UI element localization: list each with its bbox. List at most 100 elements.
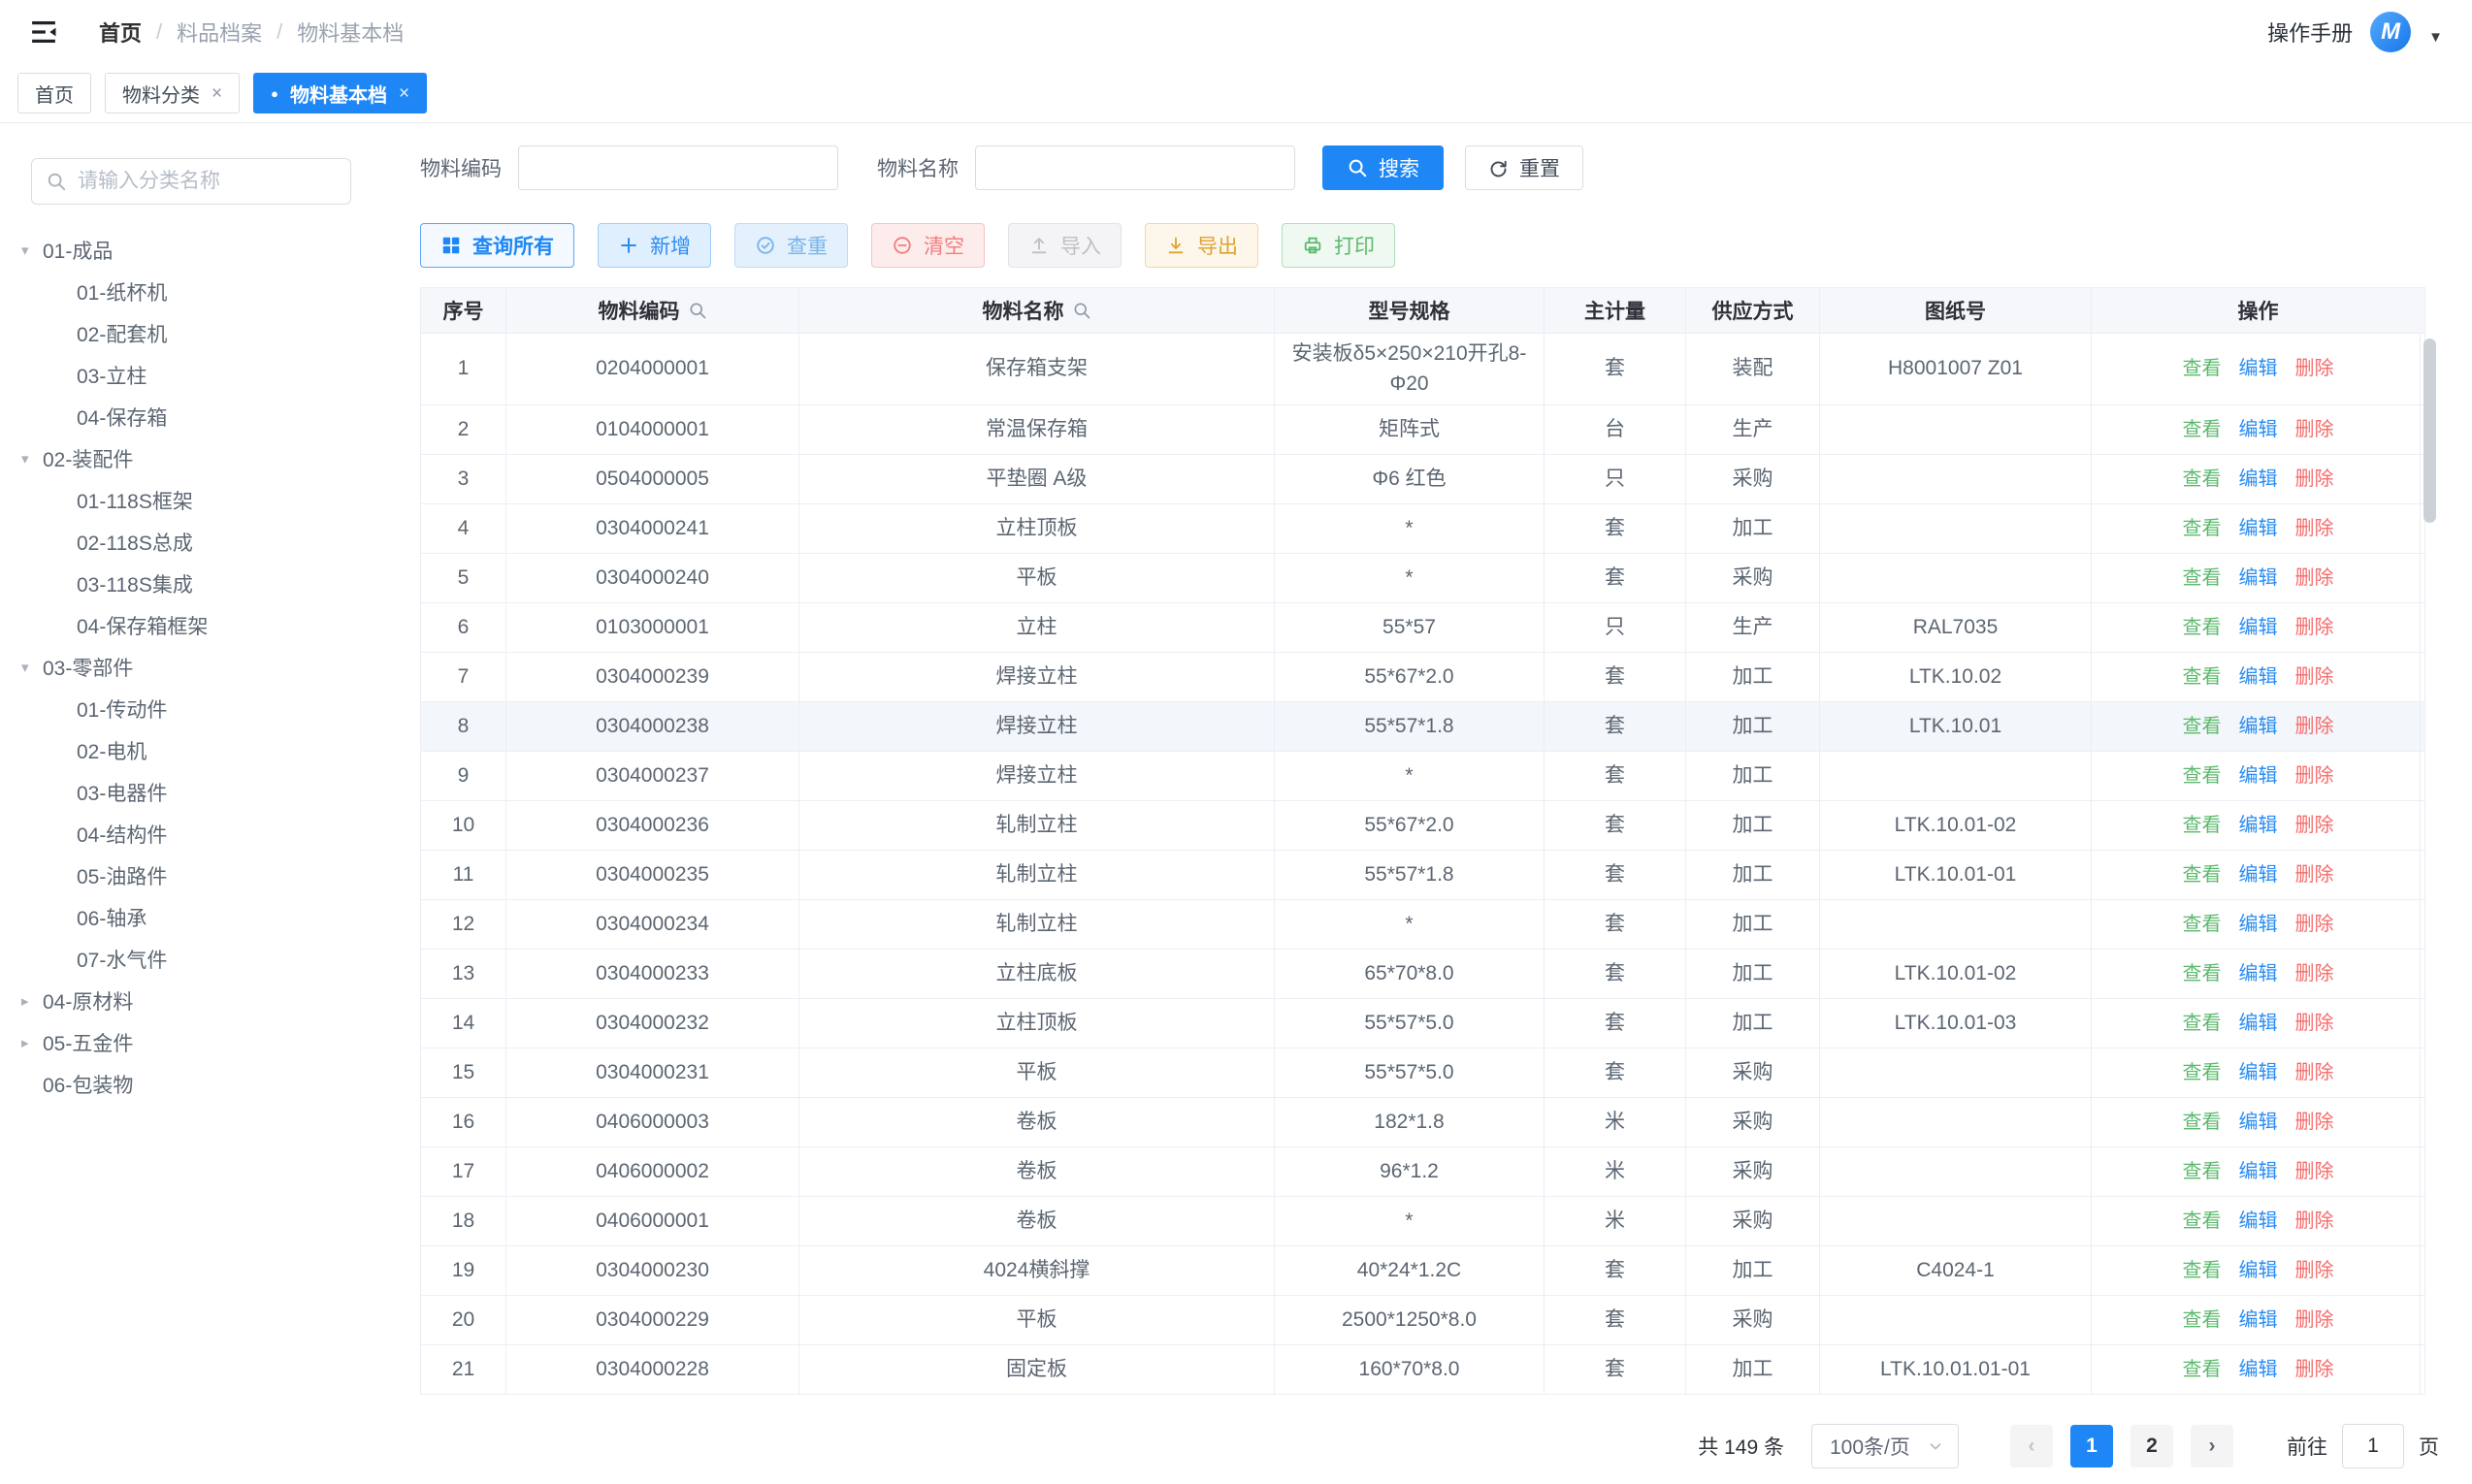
tree-caret-icon[interactable]: ▾ (21, 242, 43, 259)
edit-link[interactable]: 编辑 (2239, 1356, 2278, 1384)
view-link[interactable]: 查看 (2183, 762, 2222, 790)
view-link[interactable]: 查看 (2183, 1208, 2222, 1236)
prev-page-button[interactable]: ‹ (2010, 1425, 2053, 1468)
delete-link[interactable]: 删除 (2295, 861, 2334, 889)
delete-link[interactable]: 删除 (2295, 1356, 2334, 1384)
tree-node-04-保存箱框架[interactable]: 04-保存箱框架 (21, 604, 403, 646)
edit-link[interactable]: 编辑 (2239, 663, 2278, 692)
edit-link[interactable]: 编辑 (2239, 355, 2278, 383)
tree-node-06-轴承[interactable]: 06-轴承 (21, 896, 403, 938)
material-code-input[interactable] (518, 145, 838, 190)
view-link[interactable]: 查看 (2183, 355, 2222, 383)
view-link[interactable]: 查看 (2183, 614, 2222, 642)
search-button[interactable]: 搜索 (1322, 145, 1444, 190)
edit-link[interactable]: 编辑 (2239, 762, 2278, 790)
tree-node-04-保存箱[interactable]: 04-保存箱 (21, 396, 403, 437)
view-link[interactable]: 查看 (2183, 466, 2222, 494)
edit-link[interactable]: 编辑 (2239, 565, 2278, 593)
tree-node-04-原材料[interactable]: ▸04-原材料 (21, 980, 403, 1021)
delete-link[interactable]: 删除 (2295, 565, 2334, 593)
edit-link[interactable]: 编辑 (2239, 1010, 2278, 1038)
view-link[interactable]: 查看 (2183, 515, 2222, 543)
reset-button[interactable]: 重置 (1465, 145, 1583, 190)
edit-link[interactable]: 编辑 (2239, 1208, 2278, 1236)
breadcrumb-item[interactable]: 料品档案 (177, 16, 262, 48)
delete-link[interactable]: 删除 (2295, 960, 2334, 988)
avatar[interactable]: M (2370, 12, 2411, 52)
tree-caret-icon[interactable]: ▸ (21, 992, 43, 1010)
清空-button[interactable]: 清空 (871, 223, 985, 268)
导出-button[interactable]: 导出 (1145, 223, 1258, 268)
delete-link[interactable]: 删除 (2295, 1109, 2334, 1137)
delete-link[interactable]: 删除 (2295, 911, 2334, 939)
tree-node-03-118S集成[interactable]: 03-118S集成 (21, 563, 403, 604)
tree-node-03-立柱[interactable]: 03-立柱 (21, 354, 403, 396)
tab-首页[interactable]: 首页 (17, 73, 91, 113)
delete-link[interactable]: 删除 (2295, 355, 2334, 383)
查询所有-button[interactable]: 查询所有 (420, 223, 574, 268)
next-page-button[interactable]: › (2191, 1425, 2233, 1468)
material-name-input[interactable] (975, 145, 1295, 190)
search-icon[interactable] (688, 301, 707, 320)
view-link[interactable]: 查看 (2183, 1356, 2222, 1384)
view-link[interactable]: 查看 (2183, 565, 2222, 593)
edit-link[interactable]: 编辑 (2239, 416, 2278, 444)
edit-link[interactable]: 编辑 (2239, 1307, 2278, 1335)
chevron-down-icon[interactable]: ▼ (2428, 29, 2443, 46)
view-link[interactable]: 查看 (2183, 416, 2222, 444)
tree-node-03-电器件[interactable]: 03-电器件 (21, 771, 403, 813)
tree-node-01-传动件[interactable]: 01-传动件 (21, 688, 403, 729)
tree-node-01-成品[interactable]: ▾01-成品 (21, 229, 403, 271)
edit-link[interactable]: 编辑 (2239, 466, 2278, 494)
tab-物料基本档[interactable]: ●物料基本档× (253, 73, 427, 113)
view-link[interactable]: 查看 (2183, 1010, 2222, 1038)
view-link[interactable]: 查看 (2183, 1307, 2222, 1335)
tree-node-02-装配件[interactable]: ▾02-装配件 (21, 437, 403, 479)
tree-caret-icon[interactable]: ▾ (21, 450, 43, 468)
vertical-scrollbar[interactable] (2420, 334, 2439, 1394)
edit-link[interactable]: 编辑 (2239, 960, 2278, 988)
delete-link[interactable]: 删除 (2295, 762, 2334, 790)
edit-link[interactable]: 编辑 (2239, 1059, 2278, 1087)
新增-button[interactable]: 新增 (598, 223, 711, 268)
edit-link[interactable]: 编辑 (2239, 911, 2278, 939)
page-button-1[interactable]: 1 (2070, 1425, 2113, 1468)
goto-page-input[interactable] (2342, 1424, 2404, 1468)
tree-node-06-包装物[interactable]: 06-包装物 (21, 1063, 403, 1105)
edit-link[interactable]: 编辑 (2239, 861, 2278, 889)
category-search-input[interactable] (78, 170, 337, 193)
page-size-select[interactable]: 100条/页 (1811, 1424, 1959, 1468)
tree-node-05-油路件[interactable]: 05-油路件 (21, 855, 403, 896)
tree-caret-icon[interactable]: ▾ (21, 659, 43, 676)
delete-link[interactable]: 删除 (2295, 614, 2334, 642)
delete-link[interactable]: 删除 (2295, 812, 2334, 840)
view-link[interactable]: 查看 (2183, 960, 2222, 988)
close-icon[interactable]: × (211, 84, 222, 103)
edit-link[interactable]: 编辑 (2239, 812, 2278, 840)
delete-link[interactable]: 删除 (2295, 515, 2334, 543)
delete-link[interactable]: 删除 (2295, 1059, 2334, 1087)
breadcrumb-item[interactable]: 首页 (99, 16, 142, 48)
tree-node-01-118S框架[interactable]: 01-118S框架 (21, 479, 403, 521)
tab-物料分类[interactable]: 物料分类× (105, 73, 240, 113)
view-link[interactable]: 查看 (2183, 1109, 2222, 1137)
view-link[interactable]: 查看 (2183, 861, 2222, 889)
collapse-menu-icon[interactable] (27, 16, 62, 48)
scrollbar-thumb[interactable] (2423, 339, 2436, 523)
close-icon[interactable]: × (399, 84, 409, 103)
search-icon[interactable] (1072, 301, 1091, 320)
打印-button[interactable]: 打印 (1282, 223, 1395, 268)
delete-link[interactable]: 删除 (2295, 1307, 2334, 1335)
tree-node-02-配套机[interactable]: 02-配套机 (21, 312, 403, 354)
delete-link[interactable]: 删除 (2295, 1257, 2334, 1285)
view-link[interactable]: 查看 (2183, 812, 2222, 840)
view-link[interactable]: 查看 (2183, 911, 2222, 939)
view-link[interactable]: 查看 (2183, 1059, 2222, 1087)
edit-link[interactable]: 编辑 (2239, 614, 2278, 642)
view-link[interactable]: 查看 (2183, 1158, 2222, 1186)
edit-link[interactable]: 编辑 (2239, 515, 2278, 543)
edit-link[interactable]: 编辑 (2239, 1158, 2278, 1186)
breadcrumb-item[interactable]: 物料基本档 (297, 16, 404, 48)
delete-link[interactable]: 删除 (2295, 663, 2334, 692)
tree-node-04-结构件[interactable]: 04-结构件 (21, 813, 403, 855)
